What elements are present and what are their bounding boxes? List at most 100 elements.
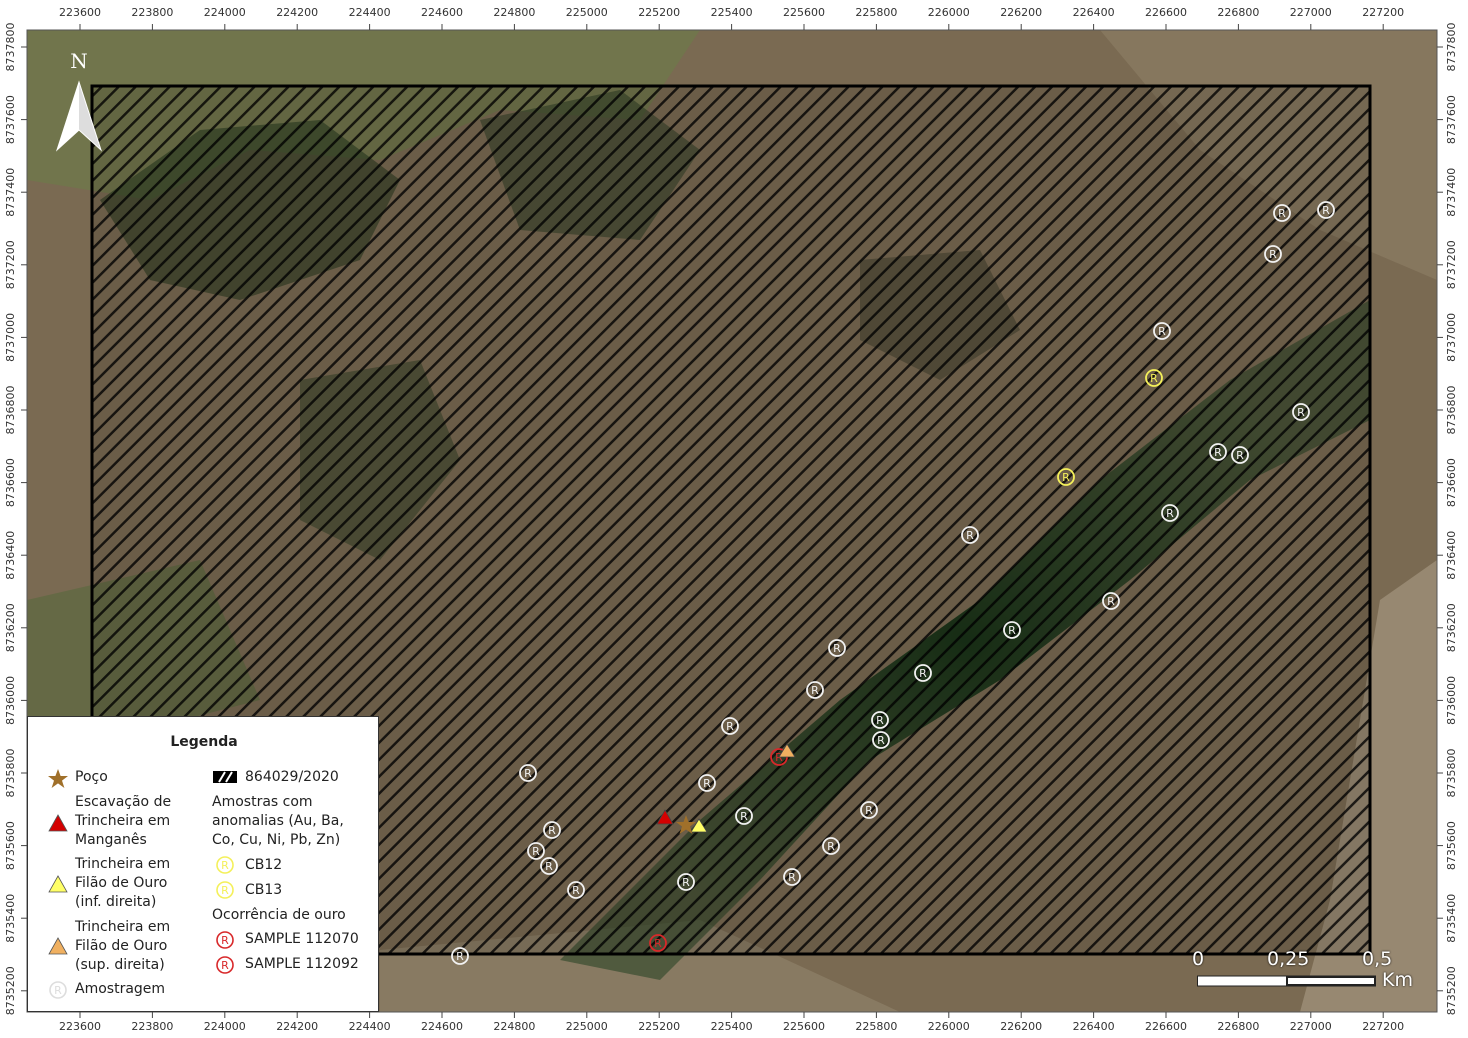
x-tick-label: 227200 [1362,6,1404,19]
x-tick-label: 225400 [711,1020,753,1033]
legend-sample-112070: SAMPLE 112070 [245,931,359,947]
svg-text:R: R [1236,449,1244,462]
svg-text:R: R [740,810,748,823]
y-tick-label: 8737400 [4,168,17,217]
legend-escavacao-line2: Trincheira em [75,813,171,829]
x-tick-label: 224600 [421,1020,463,1033]
x-tick-label: 224200 [276,1020,318,1033]
x-tick-label: 226800 [1217,6,1259,19]
x-tick-label: 225200 [638,1020,680,1033]
svg-text:R: R [221,884,229,897]
x-tick-label: 224000 [204,6,246,19]
y-tick-label: 8736200 [1445,603,1458,652]
svg-text:R: R [545,860,553,873]
legend-title: Legenda [170,734,238,750]
legend-sup-line2: Filão de Ouro [75,938,168,954]
x-tick-label: 226600 [1145,1020,1187,1033]
svg-text:R: R [221,859,229,872]
x-tick-label: 223600 [59,1020,101,1033]
svg-text:R: R [1322,204,1330,217]
svg-text:R: R [1062,471,1070,484]
scale-unit: Km [1382,969,1413,991]
y-tick-label: 8737800 [1445,23,1458,72]
scale-label-025: 0,25 [1267,948,1310,970]
x-tick-label: 223800 [131,6,173,19]
x-tick-label: 223800 [131,1020,173,1033]
x-tick-label: 226200 [1000,6,1042,19]
trench-red-icon [48,814,68,832]
x-tick-label: 223600 [59,6,101,19]
svg-text:R: R [827,840,835,853]
svg-text:R: R [1269,248,1277,261]
svg-text:R: R [682,876,690,889]
svg-text:R: R [1297,406,1305,419]
x-tick-label: 224400 [349,1020,391,1033]
svg-text:R: R [1166,507,1174,520]
y-tick-label: 8735600 [1445,821,1458,870]
x-tick-label: 224600 [421,6,463,19]
y-tick-label: 8735600 [4,821,17,870]
y-tick-label: 8736000 [1445,676,1458,725]
svg-text:R: R [548,824,556,837]
scale-bar [1197,975,1376,987]
well-star-icon [48,769,68,788]
y-tick-label: 8737600 [4,95,17,144]
svg-text:R: R [833,642,841,655]
y-tick-label: 8737000 [4,313,17,362]
x-tick-label: 226400 [1073,1020,1115,1033]
legend-cb13: CB13 [245,882,283,898]
svg-text:R: R [919,667,927,680]
y-tick-label: 8736600 [4,458,17,507]
process-hatch-icon [213,771,237,783]
svg-text:R: R [221,959,229,972]
legend-amostragem: Amostragem [75,981,166,997]
x-tick-label: 224000 [204,1020,246,1033]
y-tick-label: 8736000 [4,676,17,725]
y-tick-label: 8735400 [1445,894,1458,943]
svg-text:R: R [1150,372,1158,385]
y-tick-label: 8735200 [4,966,17,1015]
x-tick-label: 225600 [783,1020,825,1033]
cb13-icon: R [216,881,234,899]
y-tick-label: 8735800 [4,749,17,798]
x-tick-label: 226200 [1000,1020,1042,1033]
y-tick-label: 8735200 [1445,966,1458,1015]
y-tick-label: 8736800 [1445,386,1458,435]
y-tick-label: 8736600 [1445,458,1458,507]
legend-sup-line3: (sup. direita) [75,957,165,973]
legend-escavacao-line1: Escavação de [75,794,172,810]
y-tick-label: 8736400 [1445,531,1458,580]
svg-text:R: R [865,804,873,817]
x-tick-label: 226000 [928,1020,970,1033]
legend-anom-line1: Amostras com [212,794,313,810]
trench-orange-icon [48,937,68,955]
legend-inf-line1: Trincheira em [75,856,171,872]
y-tick-label: 8737400 [1445,168,1458,217]
legend-sample-112092: SAMPLE 112092 [245,956,359,972]
y-tick-label: 8737600 [1445,95,1458,144]
x-tick-label: 225000 [566,1020,608,1033]
legend-cb12: CB12 [245,857,283,873]
svg-text:R: R [654,937,662,950]
svg-text:R: R [532,845,540,858]
svg-text:R: R [703,777,711,790]
svg-text:R: R [54,984,62,997]
x-tick-label: 226800 [1217,1020,1259,1033]
svg-text:R: R [726,720,734,733]
x-tick-label: 225000 [566,6,608,19]
sample-112070-icon: R [216,931,234,949]
y-tick-label: 8736800 [4,386,17,435]
x-tick-label: 227000 [1290,1020,1332,1033]
svg-text:R: R [876,714,884,727]
svg-text:R: R [1214,446,1222,459]
svg-text:R: R [1008,624,1016,637]
legend-inf-line3: (inf. direita) [75,894,157,910]
legend-escavacao-line3: Manganês [75,832,147,848]
svg-text:R: R [1278,207,1286,220]
sample-112092-icon: R [216,956,234,974]
scale-label-0: 0 [1192,948,1205,970]
x-tick-label: 224800 [493,1020,535,1033]
y-tick-label: 8737200 [1445,240,1458,289]
x-tick-label: 224800 [493,6,535,19]
y-tick-label: 8737200 [4,240,17,289]
